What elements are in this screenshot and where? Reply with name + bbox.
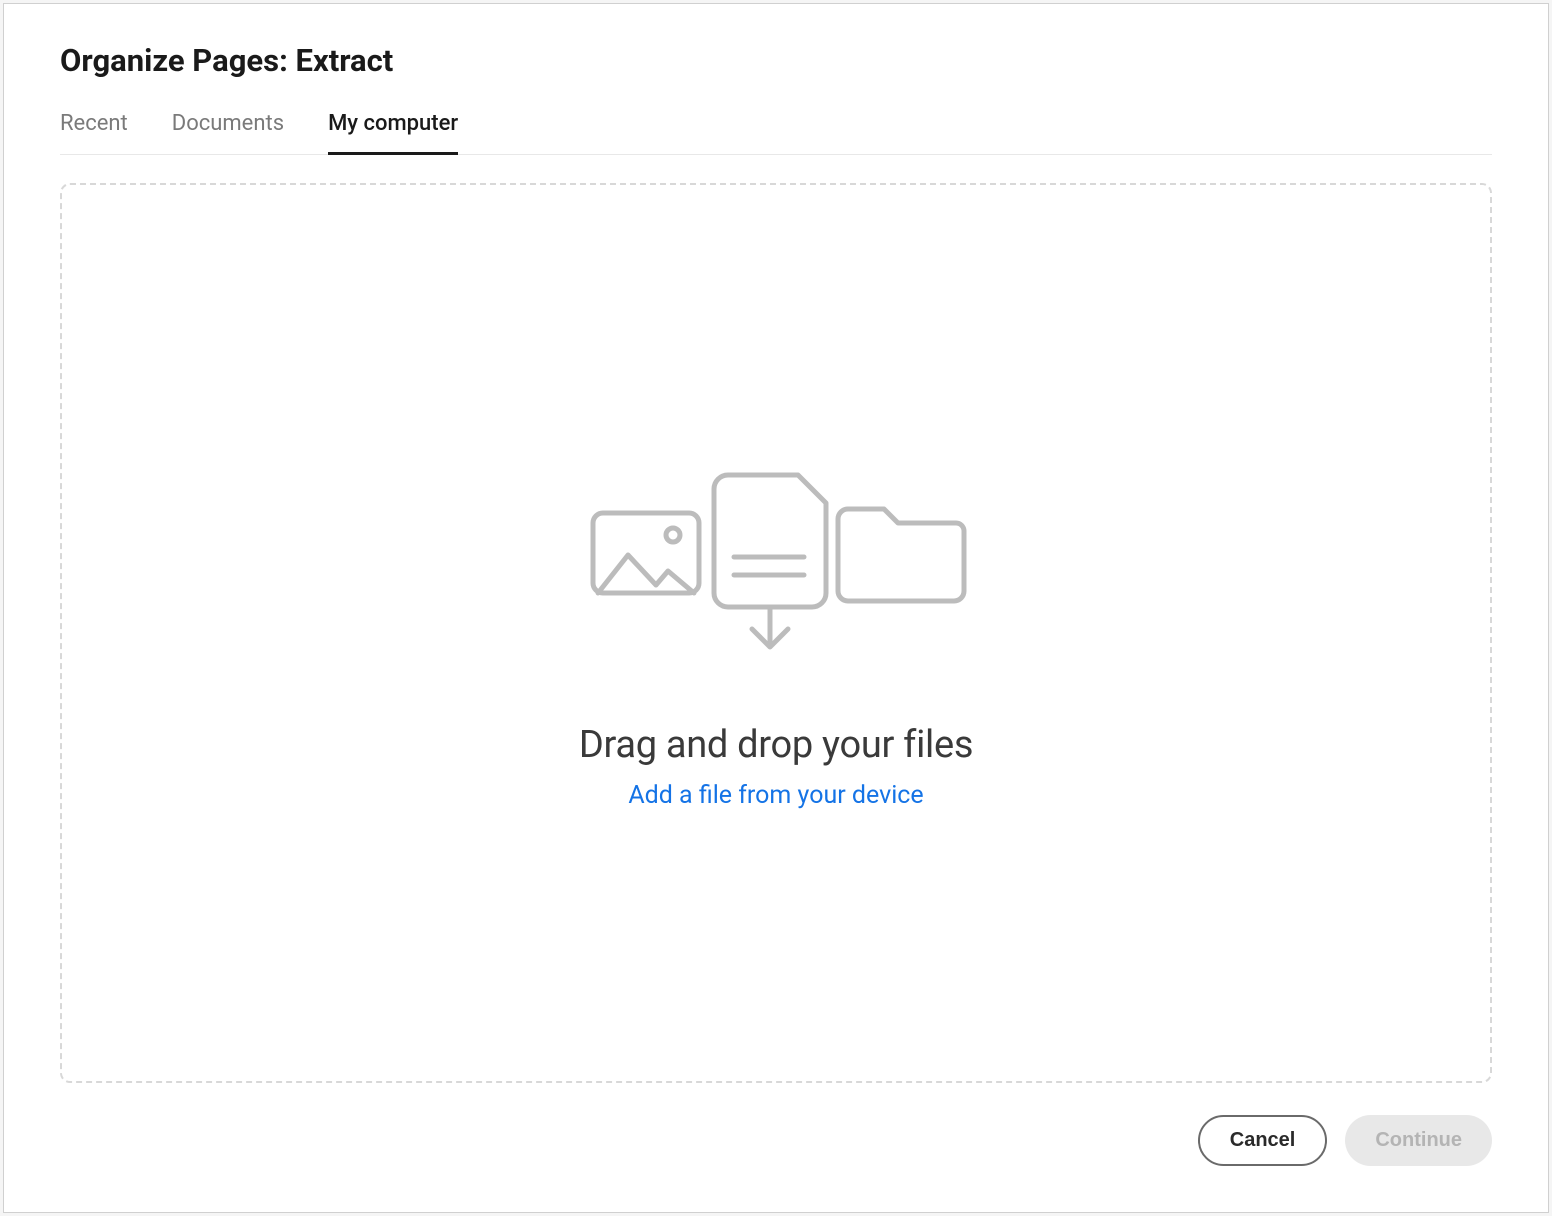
tab-documents[interactable]: Documents <box>172 111 284 154</box>
tab-recent[interactable]: Recent <box>60 111 128 154</box>
source-tabs: Recent Documents My computer <box>60 111 1492 155</box>
cancel-button[interactable]: Cancel <box>1198 1115 1328 1166</box>
dropzone-illustration <box>576 457 976 657</box>
dropzone-heading: Drag and drop your files <box>579 723 973 767</box>
files-illustration-icon <box>576 457 976 657</box>
file-dropzone[interactable]: Drag and drop your files Add a file from… <box>60 183 1492 1083</box>
dialog-footer: Cancel Continue <box>60 1115 1492 1174</box>
organize-pages-dialog: Organize Pages: Extract Recent Documents… <box>3 3 1549 1213</box>
add-file-link[interactable]: Add a file from your device <box>628 781 923 810</box>
tab-my-computer[interactable]: My computer <box>328 111 458 154</box>
continue-button: Continue <box>1345 1115 1492 1166</box>
dialog-title: Organize Pages: Extract <box>60 42 1492 79</box>
